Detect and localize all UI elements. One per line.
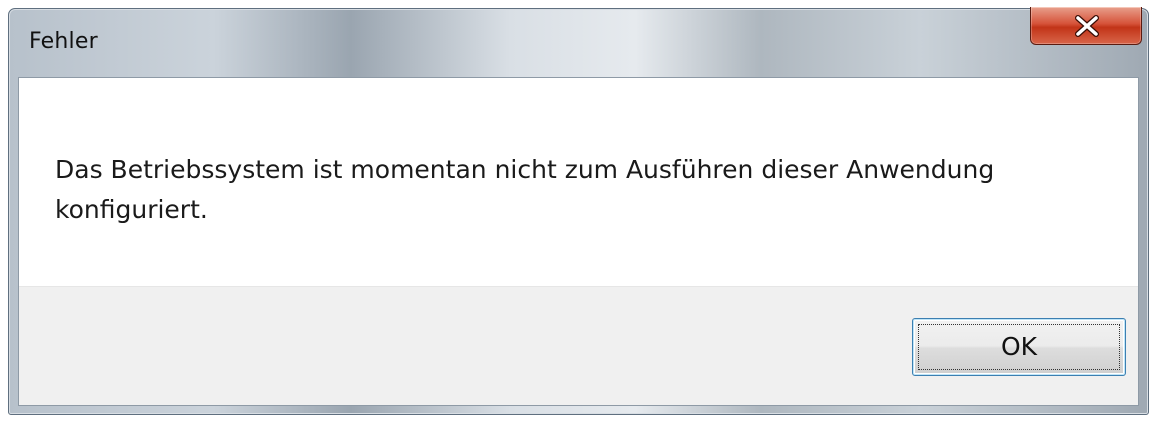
dialog-content: Das Betriebssystem ist momentan nicht zu… xyxy=(18,77,1139,406)
close-button[interactable] xyxy=(1030,7,1142,45)
window-title: Fehler xyxy=(29,29,98,54)
message-area: Das Betriebssystem ist momentan nicht zu… xyxy=(19,78,1138,286)
ok-button-label: OK xyxy=(1000,332,1038,361)
error-dialog: Fehler Das Betriebssystem ist momentan n… xyxy=(8,7,1149,415)
button-bar: OK xyxy=(19,286,1138,405)
ok-button[interactable]: OK xyxy=(912,318,1126,376)
title-bar[interactable]: Fehler xyxy=(9,7,1148,77)
close-icon xyxy=(1075,15,1099,37)
error-message: Das Betriebssystem ist momentan nicht zu… xyxy=(55,155,995,224)
